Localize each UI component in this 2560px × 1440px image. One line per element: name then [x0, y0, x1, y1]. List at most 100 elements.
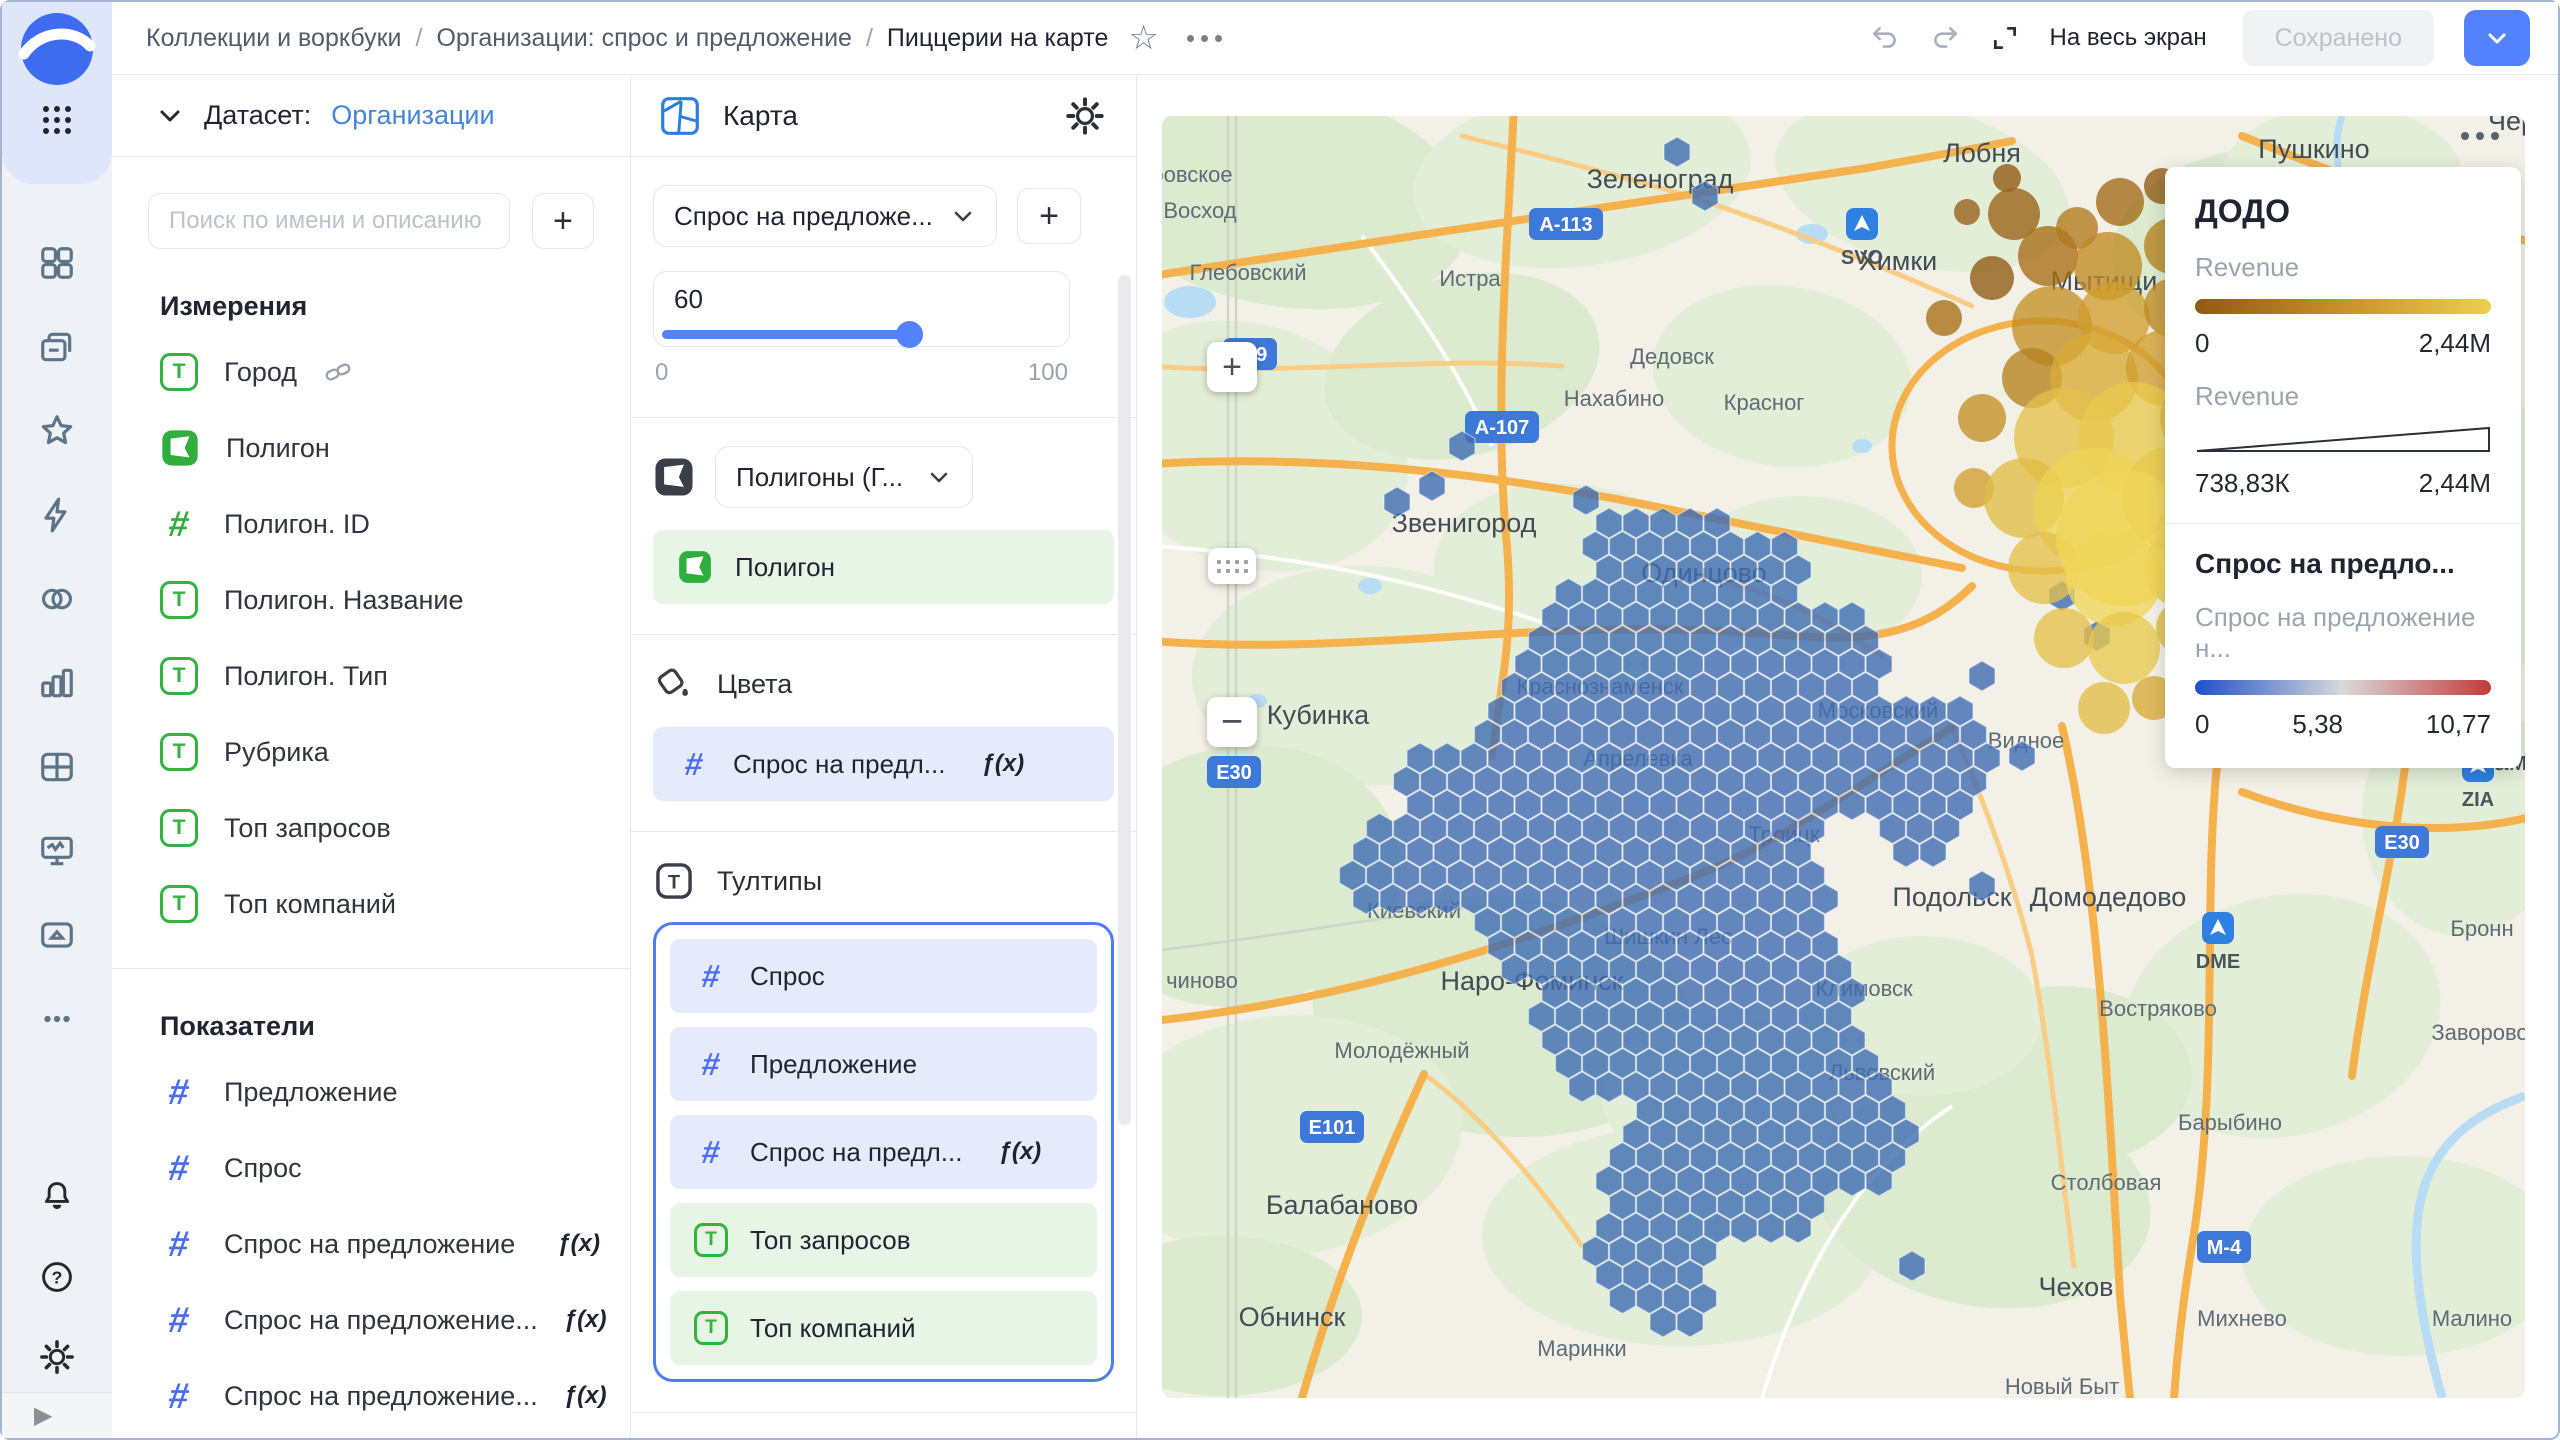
field-item[interactable]: #Полигон. ID [112, 486, 630, 562]
breadcrumb: Коллекции и воркбуки / Организации: спро… [146, 24, 1108, 53]
map-town-label: Бронн [2450, 916, 2513, 941]
field-chip[interactable]: #Предложение [670, 1027, 1097, 1101]
dataset-header[interactable]: Датасет: Организации [112, 75, 630, 157]
fullscreen-label[interactable]: На весь экран [2050, 24, 2207, 52]
field-chip-label: Предложение [750, 1049, 917, 1080]
text-field-icon: T [160, 353, 198, 391]
quick-actions-icon[interactable] [38, 496, 76, 534]
more-icon[interactable] [38, 1000, 76, 1038]
map-town-label: Чехов [2039, 1272, 2114, 1302]
field-chip[interactable]: #Спрос на предл...ƒ(x) [670, 1115, 1097, 1189]
map-water [1164, 286, 1216, 318]
breadcrumb-separator: / [416, 24, 423, 53]
gear-icon[interactable] [1064, 95, 1106, 137]
field-item[interactable]: TПолигон. Тип [112, 638, 630, 714]
map-town-label: Лобня [1943, 138, 2021, 168]
number-field-icon: # [674, 746, 713, 783]
svg-text:Е101: Е101 [1309, 1117, 1356, 1139]
opacity-slider-thumb[interactable] [896, 321, 923, 348]
tooltip-icon: T [653, 860, 695, 902]
tables-icon[interactable] [38, 748, 76, 786]
breadcrumb-collections[interactable]: Коллекции и воркбуки [146, 24, 402, 53]
legend-color2-gradient [2195, 680, 2491, 695]
text-field-icon: T [160, 885, 198, 923]
revenue-circle [2034, 608, 2094, 668]
geopolygon-select[interactable]: Полигоны (Г... [715, 446, 973, 508]
field-label: Полигон. Тип [224, 661, 388, 692]
more-menu-icon[interactable] [1187, 35, 1222, 42]
add-field-button[interactable]: + [532, 193, 594, 249]
fullscreen-icon[interactable] [1990, 23, 2020, 53]
field-item[interactable]: TГород [112, 334, 630, 410]
legend-size-max: 2,44M [2419, 468, 2491, 499]
apps-launcher-icon[interactable] [39, 102, 75, 143]
chevron-down-icon [2484, 25, 2510, 51]
field-chip[interactable]: Полигон [653, 530, 1114, 604]
opacity-slider-track[interactable] [662, 330, 909, 339]
settings-icon[interactable] [38, 1338, 76, 1376]
field-item[interactable]: #Спрос [112, 1130, 630, 1206]
notifications-icon[interactable] [38, 1178, 76, 1216]
zoom-out-button[interactable]: − [1207, 697, 1257, 747]
dashboards-icon[interactable] [38, 832, 76, 870]
map-town-label: Глебовский [1190, 260, 1307, 285]
add-layer-button[interactable]: + [1017, 188, 1081, 244]
breadcrumb-workbook[interactable]: Организации: спрос и предложение [436, 24, 851, 53]
layer-select[interactable]: Спрос на предложе... [653, 185, 997, 247]
map-menu-icon[interactable] [2461, 132, 2499, 140]
field-chip[interactable]: TТоп компаний [670, 1291, 1097, 1365]
map-town-label: Барыбино [2178, 1110, 2282, 1135]
revenue-circle [2088, 612, 2160, 684]
legend-size-label: Revenue [2195, 381, 2491, 412]
field-search-input[interactable] [148, 193, 510, 249]
dataset-link[interactable]: Организации [331, 100, 494, 131]
map-town-label: Маринки [1537, 1336, 1626, 1361]
field-item[interactable]: TТоп запросов [112, 790, 630, 866]
field-item[interactable]: TПолигон. Название [112, 562, 630, 638]
text-field-icon: T [694, 1311, 728, 1345]
map-town-label: Истра [1439, 266, 1501, 291]
field-chip[interactable]: #Спрос [670, 939, 1097, 1013]
zoom-in-button[interactable]: + [1207, 342, 1257, 392]
formula-icon: ƒ(x) [981, 750, 1024, 778]
field-label: Полигон [226, 433, 330, 464]
legend-color-gradient [2195, 299, 2491, 314]
field-item[interactable]: TТоп компаний [112, 866, 630, 942]
connections-icon[interactable] [38, 580, 76, 618]
field-chip-label: Топ запросов [750, 1225, 911, 1256]
help-icon[interactable]: ? [38, 1258, 76, 1296]
rail-bottom-nav: ? [38, 1178, 76, 1376]
map-canvas[interactable]: ровскоеВосходГлебовскийИстраЗеленоградЛо… [1162, 116, 2525, 1398]
field-item[interactable]: Полигон [112, 410, 630, 486]
svg-text:DME: DME [2196, 951, 2240, 973]
widgets-icon[interactable] [38, 244, 76, 282]
save-dropdown-button[interactable] [2464, 10, 2530, 66]
field-item[interactable]: #Спрос на предложение...ƒ(x) [112, 1358, 630, 1434]
layer-opacity-control[interactable]: 60 [653, 271, 1070, 347]
storage-icon[interactable] [38, 916, 76, 954]
scrollbar-thumb[interactable] [1118, 275, 1131, 1125]
collections-icon[interactable] [38, 328, 76, 366]
revenue-circle [2096, 178, 2144, 226]
field-item[interactable]: #Спрос на предложение...ƒ(x) [112, 1282, 630, 1358]
rail-expand-button[interactable]: ▶ [2, 1392, 112, 1438]
field-item[interactable]: #Спрос на предложениеƒ(x) [112, 1206, 630, 1282]
redo-icon[interactable] [1930, 23, 1960, 53]
field-chip[interactable]: TТоп запросов [670, 1203, 1097, 1277]
field-chip[interactable]: #Спрос на предл...ƒ(x) [653, 727, 1114, 801]
svg-text:Е30: Е30 [1216, 762, 1252, 784]
svg-text:А-113: А-113 [1539, 214, 1592, 236]
text-field-icon: T [160, 581, 198, 619]
map-ruler-button[interactable] [1208, 548, 1256, 584]
formula-icon: ƒ(x) [998, 1138, 1041, 1166]
favorite-star-icon[interactable]: ☆ [1128, 21, 1158, 55]
datalens-logo-icon[interactable] [18, 10, 96, 88]
charts-icon[interactable] [38, 664, 76, 702]
field-item[interactable]: TРубрика [112, 714, 630, 790]
field-item[interactable]: #Предложение [112, 1054, 630, 1130]
undo-icon[interactable] [1870, 23, 1900, 53]
chart-settings-panel: Карта Спрос на предложе... + 60 0 100 [631, 75, 1137, 1438]
favorites-icon[interactable] [38, 412, 76, 450]
saved-button[interactable]: Сохранено [2243, 10, 2434, 66]
chevron-down-icon [156, 102, 184, 130]
